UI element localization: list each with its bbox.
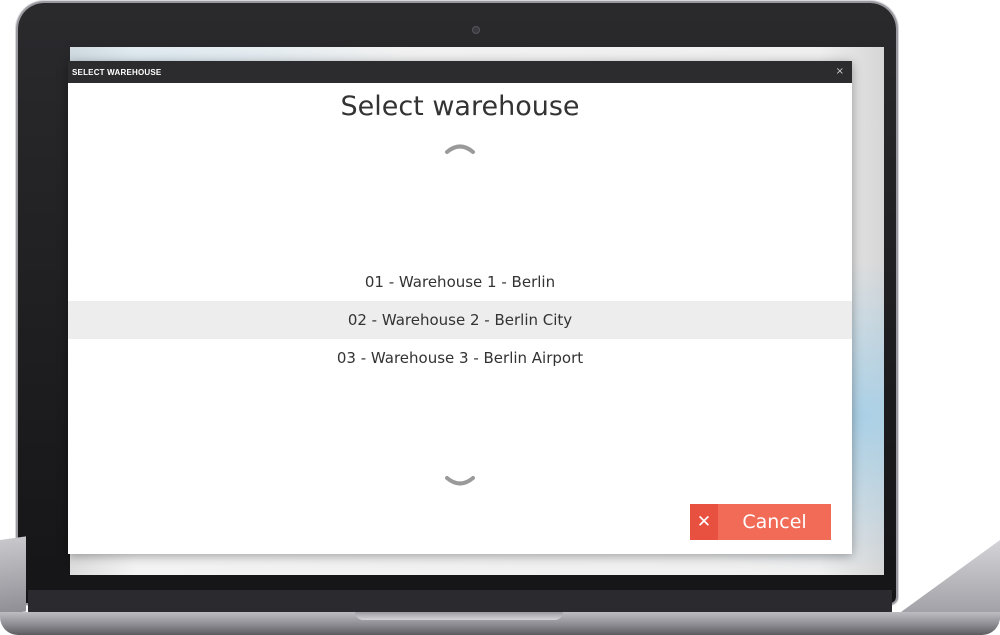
- webcam: [473, 27, 479, 33]
- dialog-titlebar: SELECT WAREHOUSE ×: [68, 61, 852, 83]
- chevron-up-icon[interactable]: [444, 139, 476, 155]
- warehouse-item-02[interactable]: 02 - Warehouse 2 - Berlin City: [68, 301, 852, 339]
- close-icon[interactable]: ×: [836, 67, 844, 77]
- cancel-button[interactable]: ✕ Cancel: [690, 504, 831, 540]
- laptop-base-right: [890, 540, 1000, 620]
- warehouse-list: 01 - Warehouse 1 - Berlin 02 - Warehouse…: [68, 263, 852, 377]
- warehouse-item-01[interactable]: 01 - Warehouse 1 - Berlin: [68, 263, 852, 301]
- cancel-close-icon: ✕: [690, 504, 718, 540]
- dialog-heading: Select warehouse: [340, 91, 580, 122]
- laptop-base-notch: [355, 612, 563, 620]
- laptop-base-left: [0, 536, 26, 615]
- warehouse-item-03[interactable]: 03 - Warehouse 3 - Berlin Airport: [68, 339, 852, 377]
- dialog-window-title: SELECT WAREHOUSE: [72, 67, 162, 77]
- cancel-button-label: Cancel: [742, 511, 807, 533]
- select-warehouse-dialog: SELECT WAREHOUSE × Select warehouse 01 -…: [68, 61, 852, 554]
- chevron-down-icon[interactable]: [444, 475, 476, 491]
